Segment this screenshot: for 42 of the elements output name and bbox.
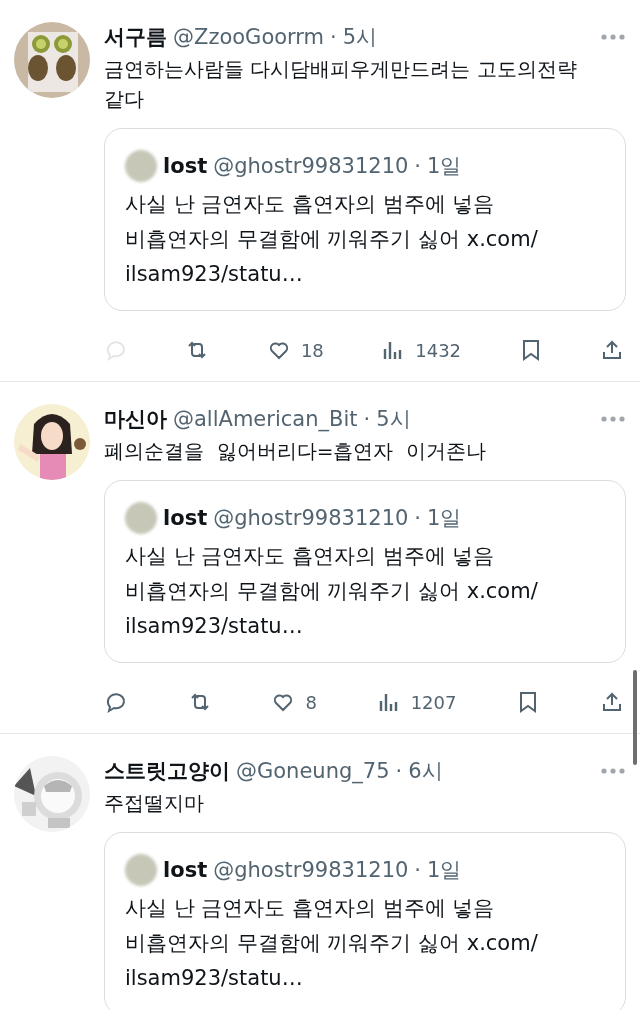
tweet-text: 주접떨지마 bbox=[104, 790, 205, 817]
tweet-text: 금연하는사람들 다시담배피우게만드려는 고도의전략 같다 bbox=[104, 56, 578, 113]
separator-dot: · bbox=[363, 407, 371, 431]
quoted-tweet[interactable]: lost @ghostr99831210 · 1일 사실 난 금연자도 흡연자의 범주에 넣음 비흡연자의 무결함에 끼워주기 싫어 x.com/ ilsam923/statu… bbox=[104, 480, 626, 663]
display-name: 서구름 bbox=[104, 24, 167, 51]
like-count: 8 bbox=[305, 691, 317, 713]
separator-dot: · bbox=[414, 154, 422, 178]
tweet-text: 폐의순결을 잃어버리다=흡연자 이거존나 bbox=[104, 438, 488, 465]
blurred-avatar bbox=[125, 854, 157, 886]
username: @ghostr99831210 bbox=[213, 858, 409, 882]
display-name: lost bbox=[163, 154, 208, 178]
blurred-avatar bbox=[125, 150, 157, 182]
display-name: 마신아 bbox=[104, 406, 167, 433]
timestamp: 5시 bbox=[342, 24, 378, 51]
username: @allAmerican_Bit bbox=[173, 407, 358, 431]
separator-dot: · bbox=[330, 25, 337, 49]
username: @ghostr99831210 bbox=[213, 154, 409, 178]
timestamp: 1일 bbox=[427, 505, 462, 532]
share-icon[interactable] bbox=[600, 338, 624, 362]
username: @ZzooGoorrm bbox=[173, 25, 325, 49]
quoted-tweet[interactable]: lost @ghostr99831210 · 1일 사실 난 금연자도 흡연자의 범주에 넣음 비흡연자의 무결함에 끼워주기 싫어 x.com/ ilsam923/statu… bbox=[104, 128, 626, 311]
timestamp: 1일 bbox=[427, 857, 462, 884]
separator-dot: · bbox=[395, 759, 403, 783]
quoted-text: 사실 난 금연자도 흡연자의 범주에 넣음 비흡연자의 무결함에 끼워주기 싫어 x.com/ ilsam923/statu… bbox=[125, 543, 539, 640]
display-name: lost bbox=[163, 858, 208, 882]
view-count: 1432 bbox=[415, 339, 462, 361]
separator-dot: · bbox=[414, 506, 422, 530]
username: @ghostr99831210 bbox=[213, 506, 409, 530]
timestamp: 1일 bbox=[427, 153, 462, 180]
username: @Goneung_75 bbox=[236, 759, 390, 783]
timestamp: 5시 bbox=[376, 406, 411, 433]
reply-icon[interactable] bbox=[104, 690, 128, 714]
quoted-text: 사실 난 금연자도 흡연자의 범주에 넣음 비흡연자의 무결함에 끼워주기 싫어 x.com/ ilsam923/statu… bbox=[125, 895, 539, 992]
separator-dot: · bbox=[414, 858, 422, 882]
timestamp: 6시 bbox=[408, 758, 443, 785]
quoted-text: 사실 난 금연자도 흡연자의 범주에 넣음 비흡연자의 무결함에 끼워주기 싫어 x.com/ ilsam923/statu… bbox=[125, 191, 539, 288]
blurred-avatar bbox=[125, 502, 157, 534]
display-name: lost bbox=[163, 506, 208, 530]
like-count: 18 bbox=[300, 339, 324, 361]
display-name: 스트릿고양이 bbox=[104, 758, 230, 785]
view-count: 1207 bbox=[410, 691, 457, 713]
scrollbar[interactable] bbox=[633, 670, 637, 765]
